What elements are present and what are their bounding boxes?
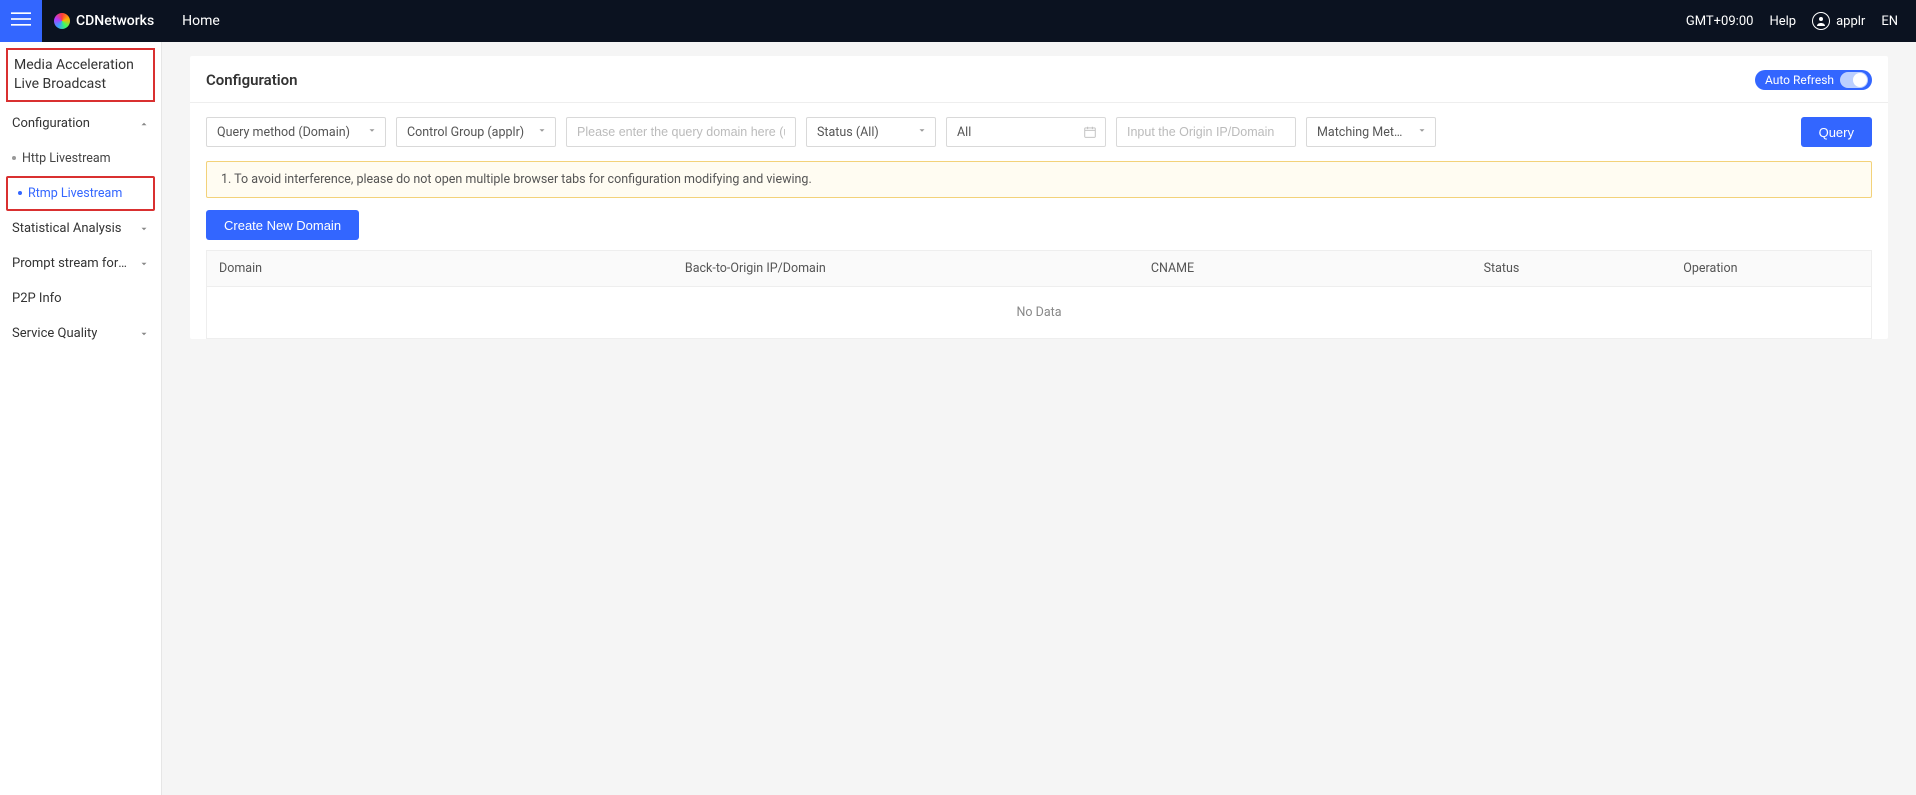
sidebar-item-label: Configuration [12,116,90,131]
chevron-down-icon [1417,125,1427,140]
sidebar-item-prompt-stream-forbidden[interactable]: Prompt stream forbidd... [0,246,161,281]
sidebar-item-label: Service Quality [12,326,97,341]
chevron-down-icon [139,328,149,338]
select-value: Matching Method (Fu... [1317,125,1425,140]
col-cname: CNAME [1139,251,1472,286]
chevron-down-icon [139,223,149,233]
sidebar-item-label: Statistical Analysis [12,221,121,236]
domain-query-input[interactable] [566,117,796,147]
chevron-down-icon [917,125,927,140]
table-header: Domain Back-to-Origin IP/Domain CNAME St… [207,251,1871,287]
col-status: Status [1472,251,1672,286]
sidebar-item-label: Http Livestream [22,151,111,166]
sidebar-item-label: Rtmp Livestream [28,186,122,201]
sidebar-item-label: Prompt stream forbidd... [12,256,130,271]
sidebar-item-rtmp-livestream[interactable]: Rtmp Livestream [6,176,155,211]
sidebar-item-statistical-analysis[interactable]: Statistical Analysis [0,211,161,246]
auto-refresh-toggle[interactable]: Auto Refresh [1755,70,1872,90]
timezone-label[interactable]: GMT+09:00 [1686,14,1754,29]
origin-input[interactable] [1116,117,1296,147]
domain-table: Domain Back-to-Origin IP/Domain CNAME St… [206,250,1872,339]
query-button[interactable]: Query [1801,117,1872,147]
nav-home[interactable]: Home [182,13,220,29]
hamburger-icon [11,9,31,33]
sidebar-title-line2: Live Broadcast [14,75,147,94]
col-domain: Domain [207,251,673,286]
sidebar: Media Acceleration Live Broadcast Config… [0,42,162,795]
notice-banner: 1. To avoid interference, please do not … [206,161,1872,198]
sidebar-title-line1: Media Acceleration [14,56,147,75]
filter-row: Query method (Domain) Control Group (app… [190,103,1888,157]
select-value: Status (All) [817,125,895,140]
brand-name: CDNetworks [76,13,154,29]
help-link[interactable]: Help [1769,14,1796,29]
download-icon[interactable] [1854,216,1872,234]
brand: CDNetworks [54,13,154,29]
page-header: Configuration Auto Refresh [190,56,1888,103]
control-group-select[interactable]: Control Group (applr) [396,117,556,147]
date-select[interactable]: All [946,117,1106,147]
chevron-down-icon [537,125,547,140]
origin-field[interactable] [1127,125,1285,139]
sidebar-item-service-quality[interactable]: Service Quality [0,316,161,351]
sidebar-item-label: P2P Info [12,291,62,306]
topbar-right: GMT+09:00 Help applr EN [1686,12,1916,30]
status-select[interactable]: Status (All) [806,117,936,147]
select-value: All [957,125,987,140]
action-row: Create New Domain [190,210,1888,250]
select-value: Control Group (applr) [407,125,540,140]
table-no-data: No Data [207,287,1871,338]
calendar-icon [1083,125,1097,139]
col-operation: Operation [1671,251,1871,286]
create-new-domain-button[interactable]: Create New Domain [206,210,359,240]
user-menu[interactable]: applr [1812,12,1865,30]
col-origin: Back-to-Origin IP/Domain [673,251,1139,286]
chevron-down-icon [367,125,377,140]
brand-logo-icon [54,13,70,29]
domain-query-field[interactable] [577,125,785,139]
hamburger-menu-button[interactable] [0,0,42,42]
chevron-down-icon [139,258,149,268]
select-value: Query method (Domain) [217,125,366,140]
auto-refresh-label: Auto Refresh [1765,73,1834,87]
topbar: CDNetworks Home GMT+09:00 Help applr EN [0,0,1916,42]
sidebar-item-p2p-info[interactable]: P2P Info [0,281,161,316]
sidebar-item-http-livestream[interactable]: Http Livestream [0,141,161,176]
toggle-icon [1840,72,1868,88]
chevron-up-icon [139,118,149,128]
language-switch[interactable]: EN [1881,14,1898,29]
query-method-select[interactable]: Query method (Domain) [206,117,386,147]
sidebar-section-title: Media Acceleration Live Broadcast [6,48,155,102]
username-label: applr [1836,14,1865,29]
main-content: Configuration Auto Refresh Query method … [162,42,1916,795]
sidebar-item-configuration[interactable]: Configuration [0,106,161,141]
user-icon [1812,12,1830,30]
matching-method-select[interactable]: Matching Method (Fu... [1306,117,1436,147]
page-title: Configuration [206,71,298,89]
